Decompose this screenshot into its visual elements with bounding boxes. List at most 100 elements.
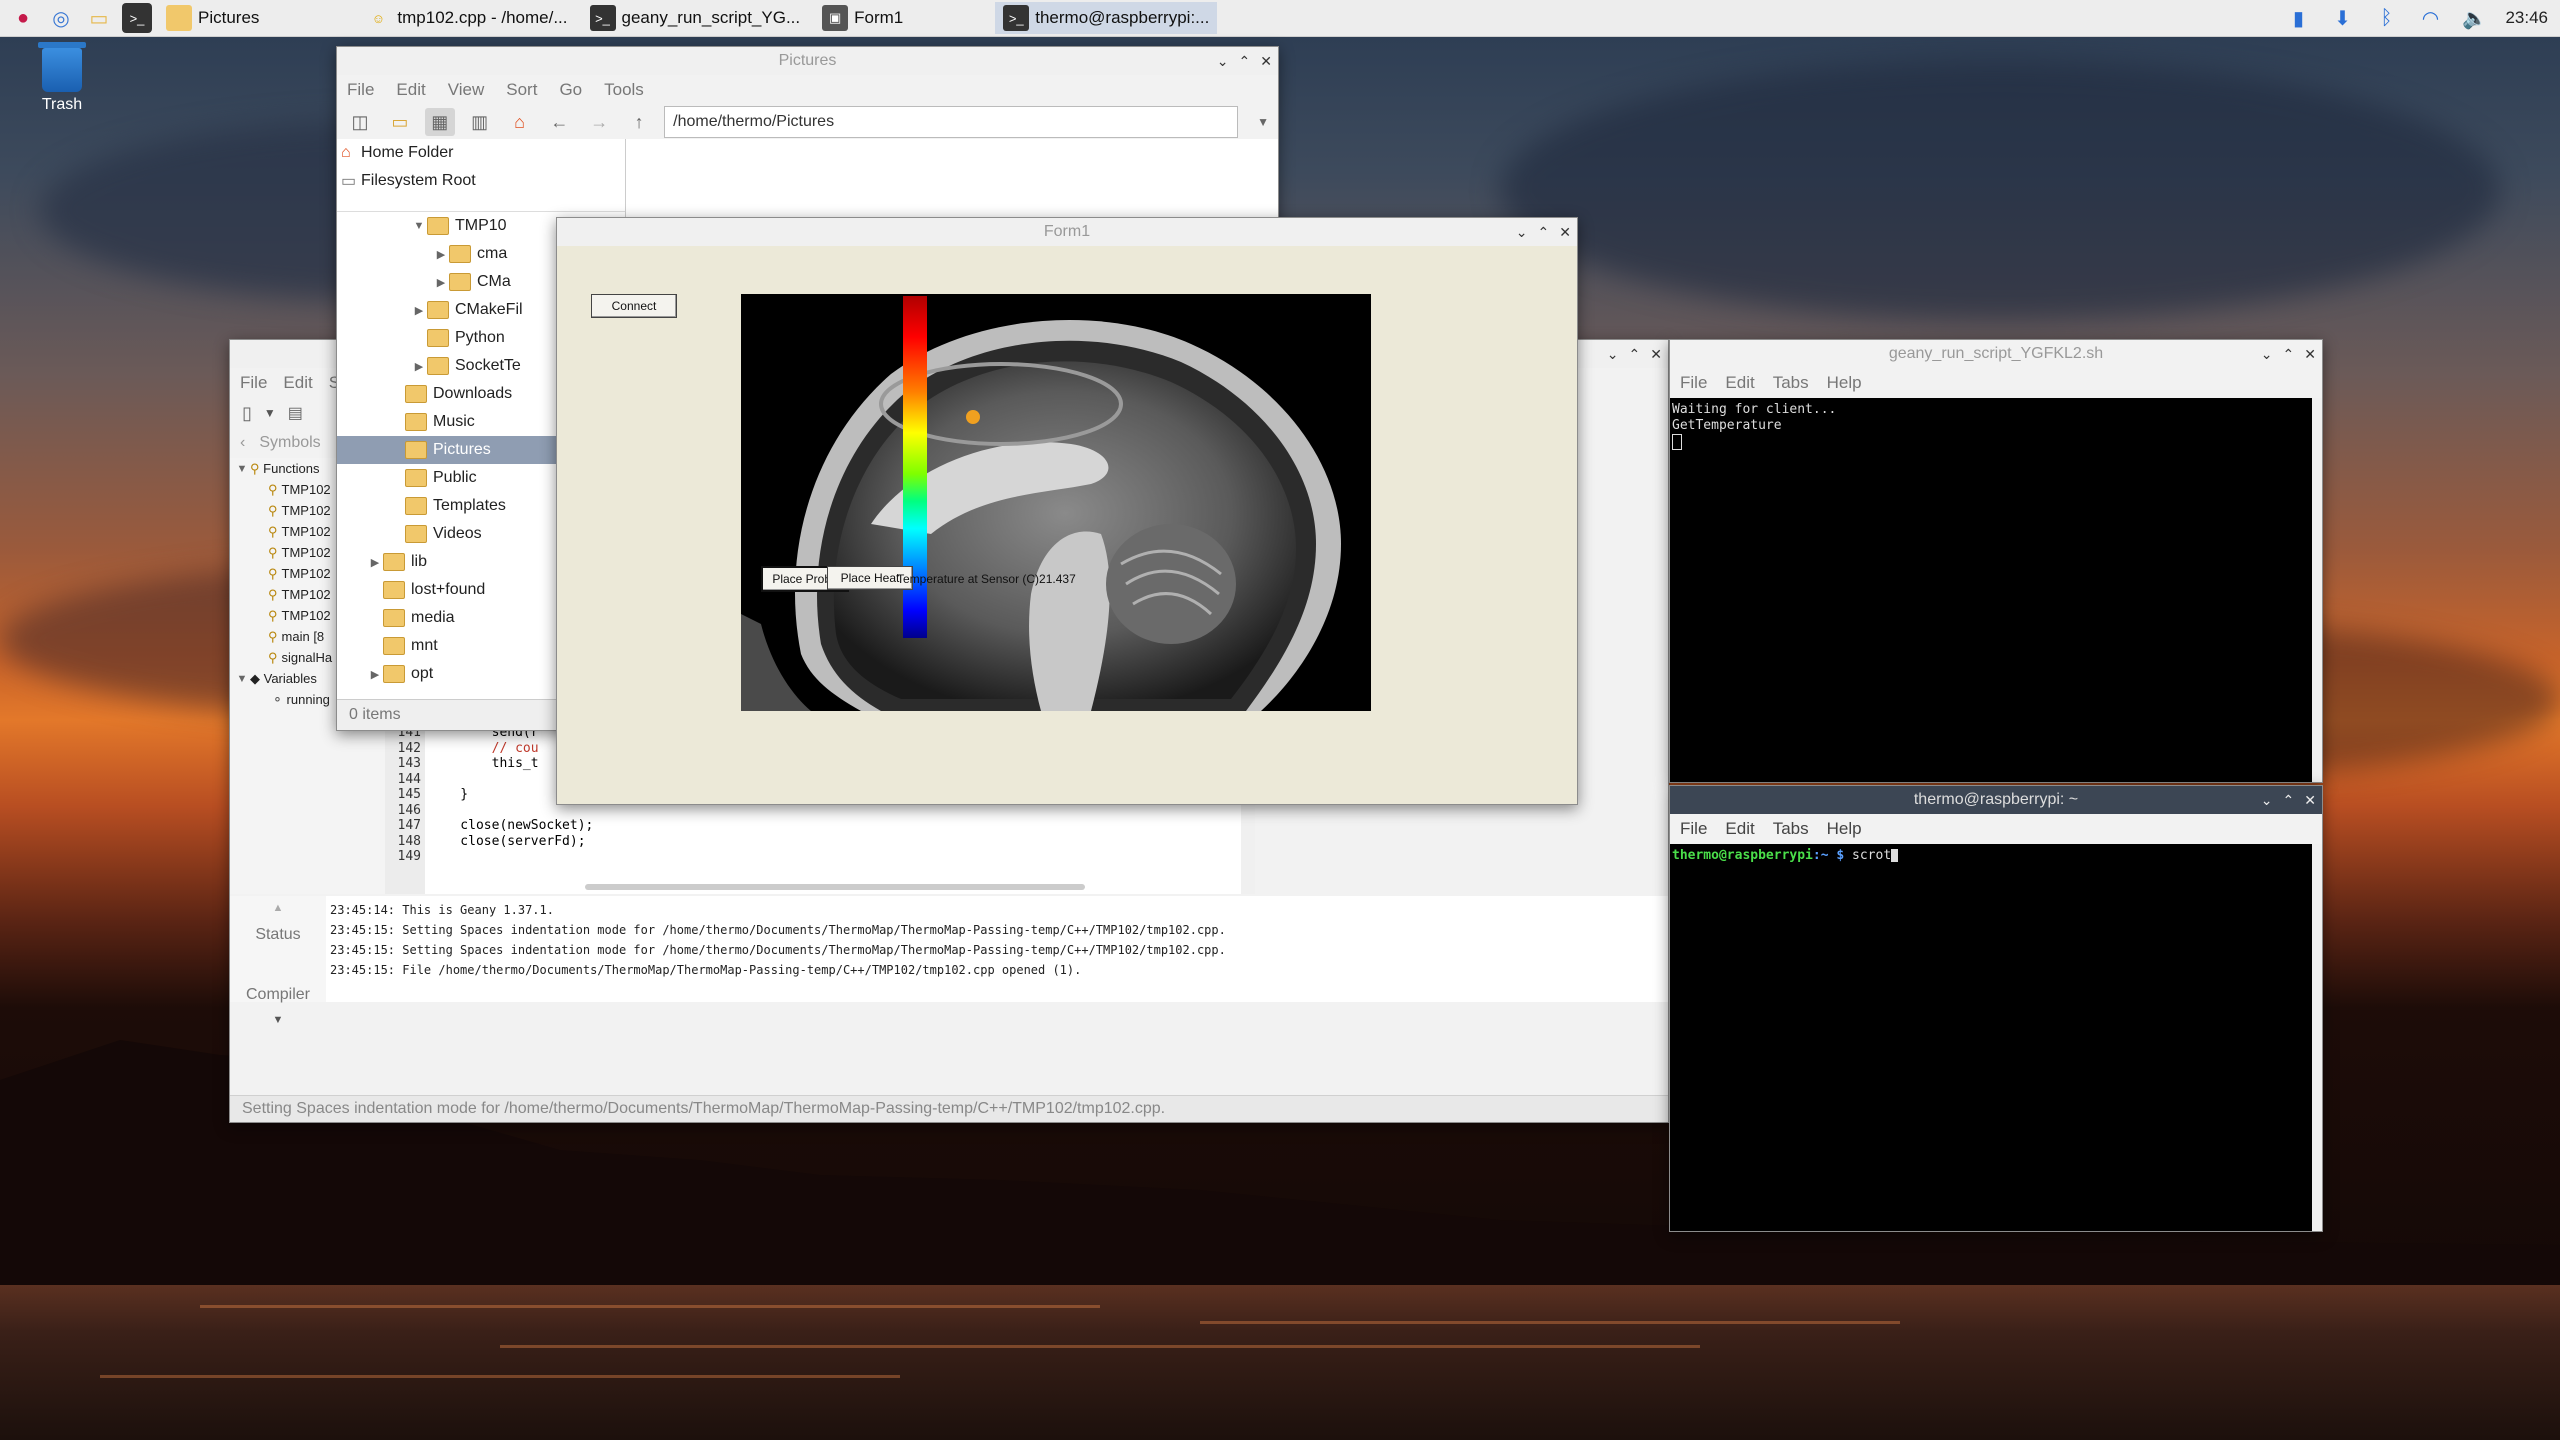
menu-tabs[interactable]: Tabs [1773,819,1809,839]
task-geany[interactable]: ☺ tmp102.cpp - /home/... [357,2,575,34]
close-icon[interactable]: ✕ [1260,53,1272,70]
raspberry-menu-icon[interactable]: ● [8,3,38,33]
window-controls: ⌄ ⌃ ✕ [1516,218,1571,246]
tab-symbols[interactable]: Symbols [259,434,320,452]
up-icon[interactable]: ↑ [624,108,654,136]
place-home-folder[interactable]: ⌂ Home Folder [337,139,625,167]
close-icon[interactable]: ✕ [1559,224,1571,241]
close-icon[interactable]: ✕ [2304,346,2316,363]
new-folder-icon[interactable]: ▭ [385,108,415,136]
volume-icon[interactable]: 🔈 [2461,5,2487,31]
task-label: Form1 [854,8,904,27]
clock[interactable]: 23:46 [2505,8,2548,28]
menu-file[interactable]: File [347,80,374,100]
expanded-icon[interactable]: ▼ [411,220,427,232]
expand-icon[interactable]: ▶ [433,276,449,289]
back-icon[interactable]: ← [544,108,574,136]
dropdown-icon[interactable]: ▼ [264,406,276,420]
function-icon: ⚲ [268,544,278,560]
symbol-label: TMP102 [281,587,331,602]
minimize-icon[interactable]: ⌄ [2261,346,2273,363]
sidebar-toggle-icon[interactable]: ◫ [345,108,375,136]
mri-sagittal-head [741,320,1341,711]
terminal-cursor [1891,849,1899,862]
function-icon: ⚲ [268,628,278,644]
terminal-scrollbar[interactable] [2312,398,2322,782]
terminal-output[interactable]: Waiting for client... GetTemperature [1670,398,2312,782]
icon-view-icon[interactable]: ▦ [424,108,455,136]
maximize-icon[interactable]: ⌃ [2283,346,2295,363]
menu-file[interactable]: File [1680,819,1707,839]
terminal-output[interactable]: thermo@raspberrypi:~ $ scrot [1670,844,2312,1231]
minimize-icon[interactable]: ⌄ [1607,346,1619,363]
line-number: 149 [397,849,421,864]
menu-view[interactable]: View [448,80,485,100]
close-icon[interactable]: ✕ [2304,792,2316,809]
symbol-label: running [286,692,330,707]
function-icon: ⚲ [268,502,278,518]
minimize-icon[interactable]: ⌄ [1516,224,1528,241]
new-file-icon[interactable]: ▯ [242,403,252,424]
file-manager-icon[interactable]: ▭ [84,3,114,33]
connect-button[interactable]: Connect [591,294,677,318]
place-filesystem-root[interactable]: ▭ Filesystem Root [337,167,625,195]
close-icon[interactable]: ✕ [1650,346,1662,363]
cpu-monitor-icon[interactable]: ▮ [2285,5,2311,31]
window-controls: ⌄ ⌃ ✕ [1217,47,1272,75]
folder-icon [383,665,405,683]
menu-tabs[interactable]: Tabs [1773,373,1809,393]
task-geany-script[interactable]: >_ geany_run_script_YG... [582,2,809,34]
code-text: } [429,787,469,802]
home-icon[interactable]: ⌂ [505,108,535,136]
horizontal-scrollbar[interactable] [585,884,1085,890]
form1-window: Form1 ⌄ ⌃ ✕ Connect Place Probe Place He… [556,217,1578,805]
expand-icon[interactable]: ▶ [411,360,427,373]
tab-status[interactable]: Status [230,926,326,944]
list-view-icon[interactable]: ▥ [465,108,495,136]
task-thermo-terminal[interactable]: >_ thermo@raspberrypi:... [995,2,1218,34]
browser-icon[interactable]: ◎ [46,3,76,33]
maximize-icon[interactable]: ⌃ [1629,346,1641,363]
wifi-icon[interactable]: ◠ [2417,5,2443,31]
menu-edit[interactable]: Edit [396,80,425,100]
mri-scan-image[interactable] [741,294,1371,711]
task-form1[interactable]: ▣ Form1 [814,2,911,34]
minimize-icon[interactable]: ⌄ [2261,792,2273,809]
collapse-icon: ▼ [236,672,248,685]
trash-desktop-icon[interactable]: Trash [30,42,94,114]
maximize-icon[interactable]: ⌃ [2283,792,2295,809]
menu-go[interactable]: Go [559,80,582,100]
menu-edit[interactable]: Edit [1725,373,1754,393]
menu-help[interactable]: Help [1827,373,1862,393]
update-icon[interactable]: ⬇ [2329,5,2355,31]
tab-compiler[interactable]: Compiler [230,986,326,1004]
menu-file[interactable]: File [1680,373,1707,393]
message-tabs: ▲ Status Compiler ▼ [230,896,326,1026]
maximize-icon[interactable]: ⌃ [1538,224,1550,241]
menu-edit[interactable]: Edit [1725,819,1754,839]
scroll-up-icon[interactable]: ▲ [230,902,326,914]
expand-icon[interactable]: ▶ [367,556,383,569]
expand-icon[interactable]: ▶ [433,248,449,261]
place-label: Home Folder [361,144,454,161]
bluetooth-icon[interactable]: ᛒ [2373,5,2399,31]
maximize-icon[interactable]: ⌃ [1239,53,1251,70]
menu-edit[interactable]: Edit [283,373,312,393]
expand-icon[interactable]: ▶ [367,668,383,681]
terminal-scrollbar[interactable] [2312,844,2322,1231]
path-field[interactable]: /home/thermo/Pictures [664,106,1239,138]
task-pictures[interactable]: Pictures [158,2,267,34]
menu-sort[interactable]: Sort [506,80,537,100]
forward-icon[interactable]: → [584,108,614,136]
scroll-left-icon[interactable]: ‹ [240,434,245,452]
minimize-icon[interactable]: ⌄ [1217,53,1229,70]
menu-help[interactable]: Help [1827,819,1862,839]
menu-tools[interactable]: Tools [604,80,644,100]
message-log[interactable]: 23:45:14: This is Geany 1.37.1. 23:45:15:… [326,896,1668,1002]
chevron-down-icon[interactable]: ▼ [1248,108,1278,136]
expand-icon[interactable]: ▶ [411,304,427,317]
scroll-down-icon[interactable]: ▼ [230,1014,326,1026]
open-file-icon[interactable]: ▤ [288,403,303,423]
terminal-icon[interactable]: >_ [122,3,152,33]
menu-file[interactable]: File [240,373,267,393]
